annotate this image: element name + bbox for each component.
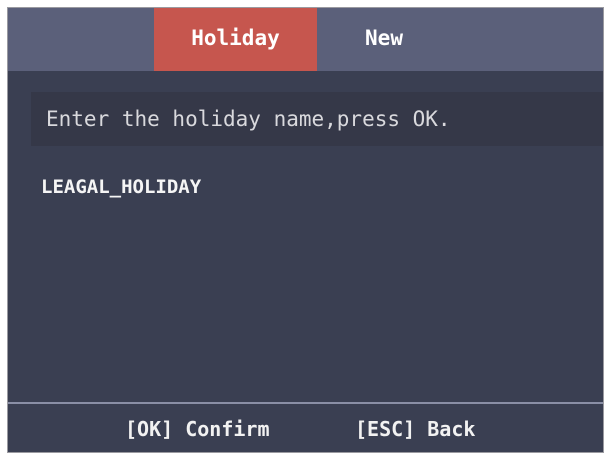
instruction-prompt: Enter the holiday name,press OK.	[31, 92, 603, 146]
holiday-name-field[interactable]: LEAGAL_HOLIDAY	[41, 176, 201, 198]
footer-bar: [OK] Confirm [ESC] Back	[8, 402, 603, 452]
back-button[interactable]: [ESC] Back	[355, 417, 475, 441]
device-screen: Holiday New Enter the holiday name,press…	[7, 7, 604, 453]
confirm-button[interactable]: [OK] Confirm	[125, 417, 270, 441]
tab-new[interactable]: New	[344, 8, 424, 71]
header-bar: Holiday New	[8, 8, 603, 71]
tab-holiday[interactable]: Holiday	[154, 8, 317, 71]
